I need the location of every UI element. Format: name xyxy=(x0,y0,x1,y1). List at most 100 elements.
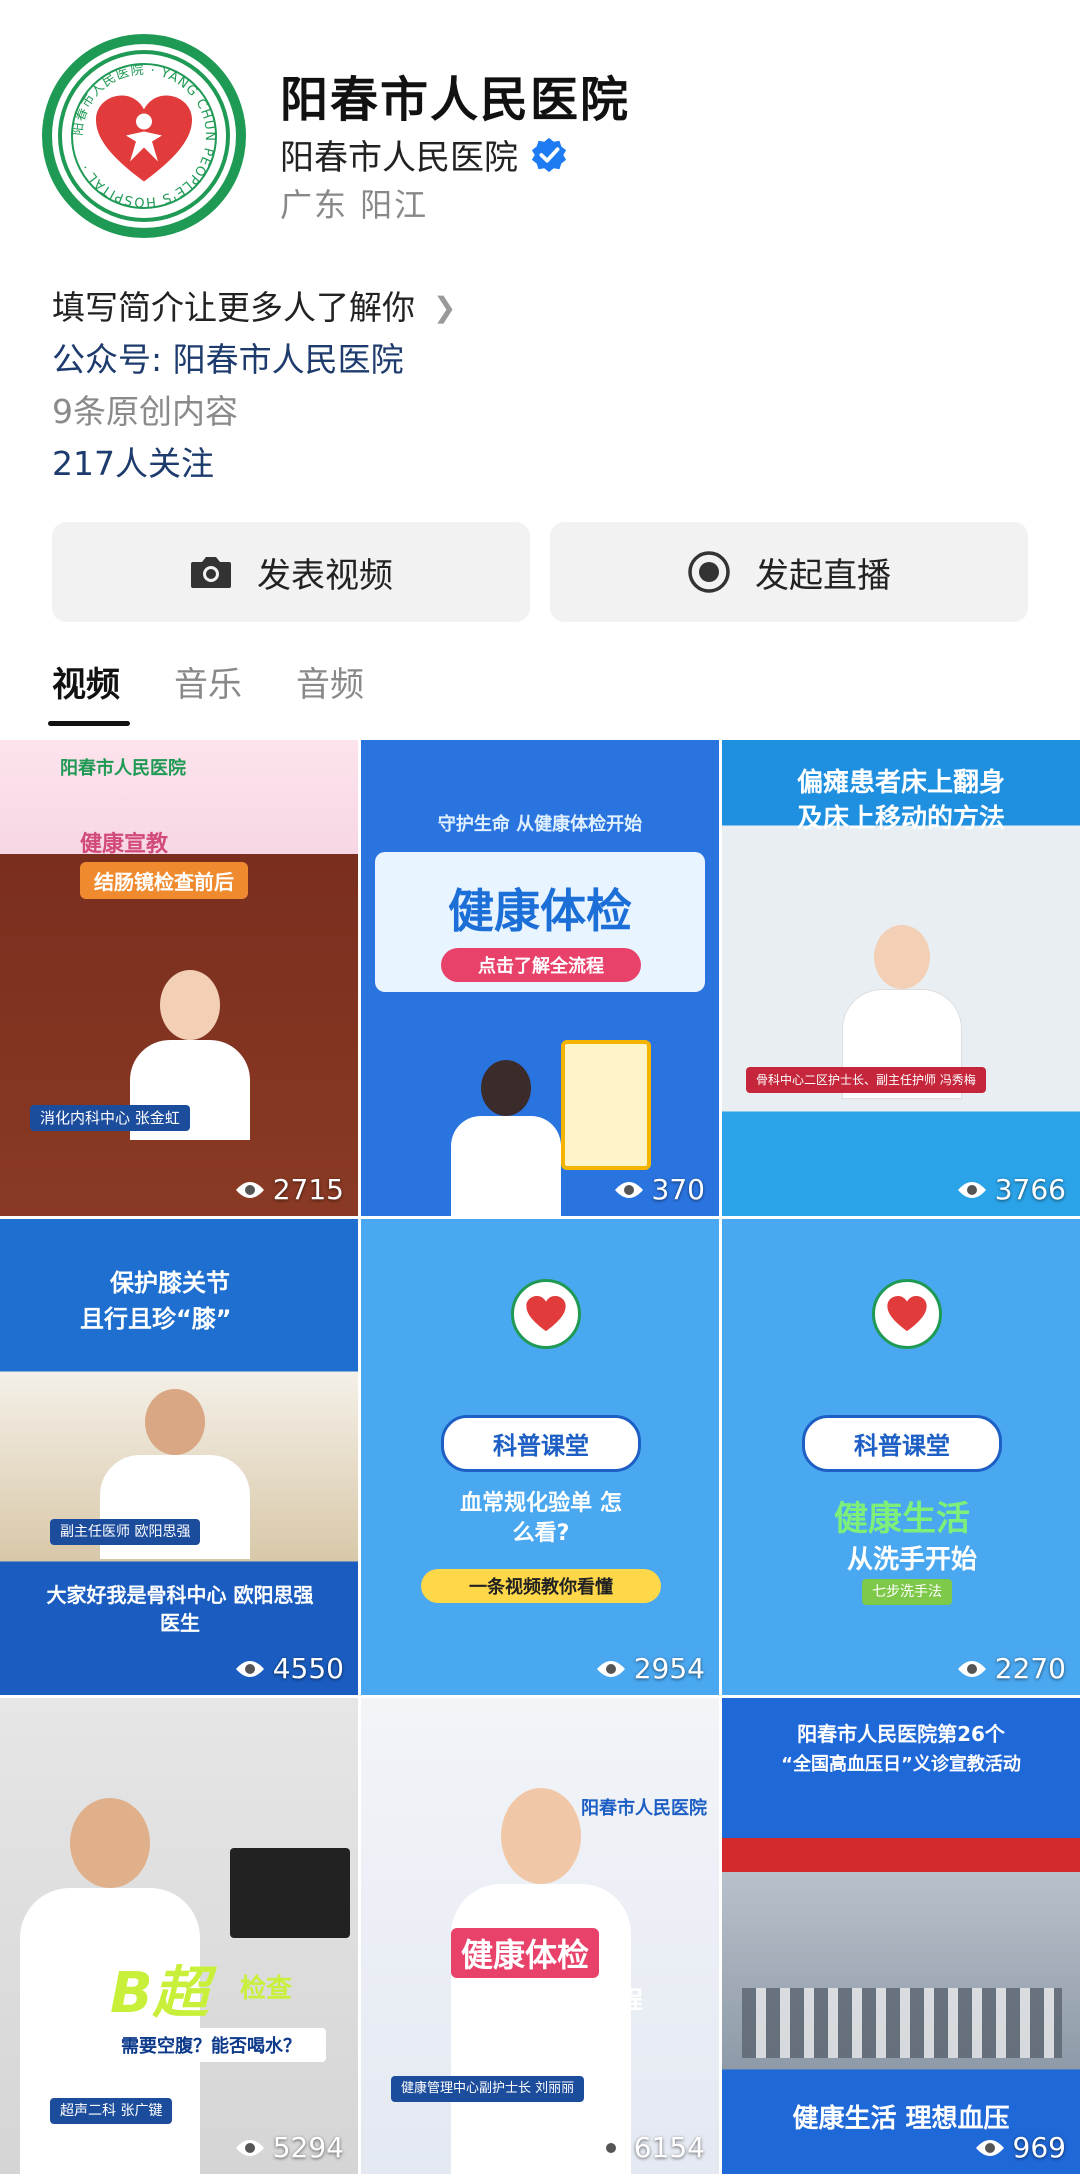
location-text: 广东 阳江 xyxy=(280,186,429,224)
camera-icon xyxy=(191,557,231,588)
profile-name: 阳春市人民医院 xyxy=(280,72,631,128)
video-thumbnail[interactable]: 守护生命 从健康体检开始 健康体检 点击了解全流程 370 xyxy=(361,740,719,1216)
view-count: 3766 xyxy=(957,1173,1066,1206)
eye-icon xyxy=(235,1660,264,1677)
thumb-caption: 大家好我是骨科中心 欧阳思强医生 xyxy=(46,1583,314,1635)
crowd-photo xyxy=(742,1988,1062,2058)
thumb-title: 健康体检 xyxy=(448,884,632,938)
video-thumbnail[interactable]: 科普课堂 血常规化验单 怎么看? 一条视频教你看懂 2954 xyxy=(361,1219,719,1695)
thumb-caption: 健康管理中心副护士长 刘丽丽 xyxy=(391,2076,585,2102)
clipboard-icon xyxy=(561,1040,651,1170)
thumb-title: 健康体检 xyxy=(451,1928,600,1978)
verified-badge-icon xyxy=(531,137,567,172)
verified-row: 阳春市人民医院 xyxy=(280,130,568,179)
hospital-logo-avatar[interactable]: 阳春市人民医院 · YANG CHUN PEOPLE'S HOSPITAL · xyxy=(42,34,246,238)
video-thumbnail[interactable]: 阳春市人民医院第26个 “全国高血压日”义诊宣教活动 健康生活 理想血压 969 xyxy=(722,1698,1080,2174)
start-live-button[interactable]: 发起直播 xyxy=(550,522,1028,622)
thumb-caption: 需要空腹？能否喝水？ xyxy=(96,2028,326,2062)
video-thumbnail[interactable]: 保护膝关节 且行且珍“膝” 副主任医师 欧阳思强 大家好我是骨科中心 欧阳思强医… xyxy=(0,1219,358,1695)
thumb-title: 保护膝关节 xyxy=(110,1269,230,1297)
hospital-logo-icon xyxy=(511,1279,581,1349)
content-tabs: 视频 音乐 音频 xyxy=(48,660,364,730)
thumb-caption: 从洗手开始 xyxy=(846,1545,977,1575)
thumb-subtitle: 血常规化验单 怎么看? xyxy=(460,1491,622,1546)
eye-icon xyxy=(957,1660,986,1677)
thumb-subtitle: 检查 xyxy=(240,1974,293,2004)
eye-icon xyxy=(957,1181,986,1198)
video-thumbnail[interactable]: B超 检查 需要空腹？能否喝水？ 超声二科 张广键 5294 xyxy=(0,1698,358,2174)
thumb-subtitle: 结肠镜检查前后 xyxy=(80,862,248,899)
official-account-link[interactable]: 公众号: 阳春市人民医院 xyxy=(52,334,1032,386)
tab-music[interactable]: 音乐 xyxy=(174,660,242,730)
thumb-caption: 骨科中心二区护士长、副主任护师 冯秀梅 xyxy=(746,1067,986,1093)
verified-name: 阳春市人民医院 xyxy=(280,138,518,178)
event-banner xyxy=(722,1838,1080,1872)
video-thumbnail[interactable]: 阳春市人民医院 健康宣教 结肠镜检查前后 消化内科中心 张金虹 2715 xyxy=(0,740,358,1216)
view-count-value: 2954 xyxy=(633,1652,705,1685)
thumb-caption: 健康生活 理想血压 xyxy=(792,2104,1010,2134)
video-thumbnail[interactable]: 科普课堂 健康生活 从洗手开始 七步洗手法 2270 xyxy=(722,1219,1080,1695)
live-record-icon xyxy=(688,551,730,593)
hospital-logo-icon xyxy=(872,1279,942,1349)
thumb-subtitle: 点击了解全流程 xyxy=(441,948,641,982)
thumb-subtitle: 全流程 xyxy=(571,1986,643,2014)
view-count-value: 370 xyxy=(651,1173,705,1206)
view-count-value: 2715 xyxy=(272,1173,344,1206)
thumb-title: B超 xyxy=(110,1961,209,2026)
post-video-label: 发表视频 xyxy=(257,555,393,596)
thumb-subtitle: 健康生活 xyxy=(834,1499,970,1539)
doctor-illustration xyxy=(451,1060,561,1216)
view-count-value: 5294 xyxy=(272,2131,344,2164)
thumb-subtitle: “全国高血压日”义诊宣教活动 xyxy=(781,1754,1021,1775)
thumb-tag: 副主任医师 欧阳思强 xyxy=(50,1519,201,1545)
eye-icon xyxy=(235,2139,264,2156)
view-count: 2715 xyxy=(235,1173,344,1206)
thumb-header: 守护生命 从健康体检开始 xyxy=(437,814,643,835)
view-count: 2954 xyxy=(596,1652,705,1685)
thumb-subtitle: 且行且珍“膝” xyxy=(80,1305,232,1333)
thumb-caption: 一条视频教你看懂 xyxy=(421,1569,661,1603)
profile-header: 阳春市人民医院 · YANG CHUN PEOPLE'S HOSPITAL · … xyxy=(0,0,1080,290)
thumb-tag: 超声二科 张广键 xyxy=(50,2098,173,2124)
eye-icon xyxy=(596,1660,625,1677)
view-count-value: 969 xyxy=(1012,2131,1066,2164)
video-thumbnail[interactable]: 偏瘫患者床上翻身 及床上移动的方法 骨科中心二区护士长、副主任护师 冯秀梅 37… xyxy=(722,740,1080,1216)
view-count: 5294 xyxy=(235,2131,344,2164)
thumb-title: 阳春市人民医院第26个 xyxy=(797,1722,1005,1746)
view-count: 4550 xyxy=(235,1652,344,1685)
thumb-tag: 七步洗手法 xyxy=(862,1579,952,1605)
followers-count[interactable]: 217人关注 xyxy=(52,438,1032,490)
profile-info: 填写简介让更多人了解你 ❯ 公众号: 阳春市人民医院 9条原创内容 217人关注 xyxy=(52,282,1032,490)
heart-logo-icon xyxy=(96,95,192,182)
intro-text: 填写简介让更多人了解你 xyxy=(52,288,415,327)
tab-video[interactable]: 视频 xyxy=(48,660,130,730)
thumb-header: 阳春市人民医院 xyxy=(60,758,186,779)
view-count: 2270 xyxy=(957,1652,1066,1685)
thumb-title: 偏瘫患者床上翻身 xyxy=(796,768,1005,798)
ultrasound-monitor xyxy=(230,1848,350,1938)
thumb-caption: 消化内科中心 张金虹 xyxy=(30,1105,190,1131)
view-count-value: 3766 xyxy=(994,1173,1066,1206)
view-count: 370 xyxy=(614,1173,705,1206)
view-count-value: 4550 xyxy=(272,1652,344,1685)
post-video-button[interactable]: 发表视频 xyxy=(52,522,530,622)
thumb-title: 科普课堂 xyxy=(802,1415,1002,1472)
view-count: 969 xyxy=(975,2131,1066,2164)
thumb-subtitle: 及床上移动的方法 xyxy=(796,804,1005,834)
eye-icon xyxy=(614,1181,643,1198)
view-count-value: 2270 xyxy=(994,1652,1066,1685)
start-live-label: 发起直播 xyxy=(755,555,891,596)
chevron-right-icon: ❯ xyxy=(433,291,457,324)
thumb-title: 健康宣教 xyxy=(80,832,169,857)
eye-icon xyxy=(975,2139,1004,2156)
view-count: 6154 xyxy=(596,2131,705,2164)
video-thumbnail[interactable]: 阳春市人民医院 健康体检 全流程 健康管理中心副护士长 刘丽丽 6154 xyxy=(361,1698,719,2174)
view-count-value: 6154 xyxy=(633,2131,705,2164)
thumb-title: 科普课堂 xyxy=(441,1415,641,1472)
eye-icon xyxy=(596,2139,625,2156)
intro-link[interactable]: 填写简介让更多人了解你 ❯ xyxy=(52,282,1032,334)
tab-audio[interactable]: 音频 xyxy=(296,660,364,730)
original-count[interactable]: 9条原创内容 xyxy=(52,386,1032,438)
video-grid: 阳春市人民医院 健康宣教 结肠镜检查前后 消化内科中心 张金虹 2715 守护生… xyxy=(0,740,1080,2180)
eye-icon xyxy=(235,1181,264,1198)
